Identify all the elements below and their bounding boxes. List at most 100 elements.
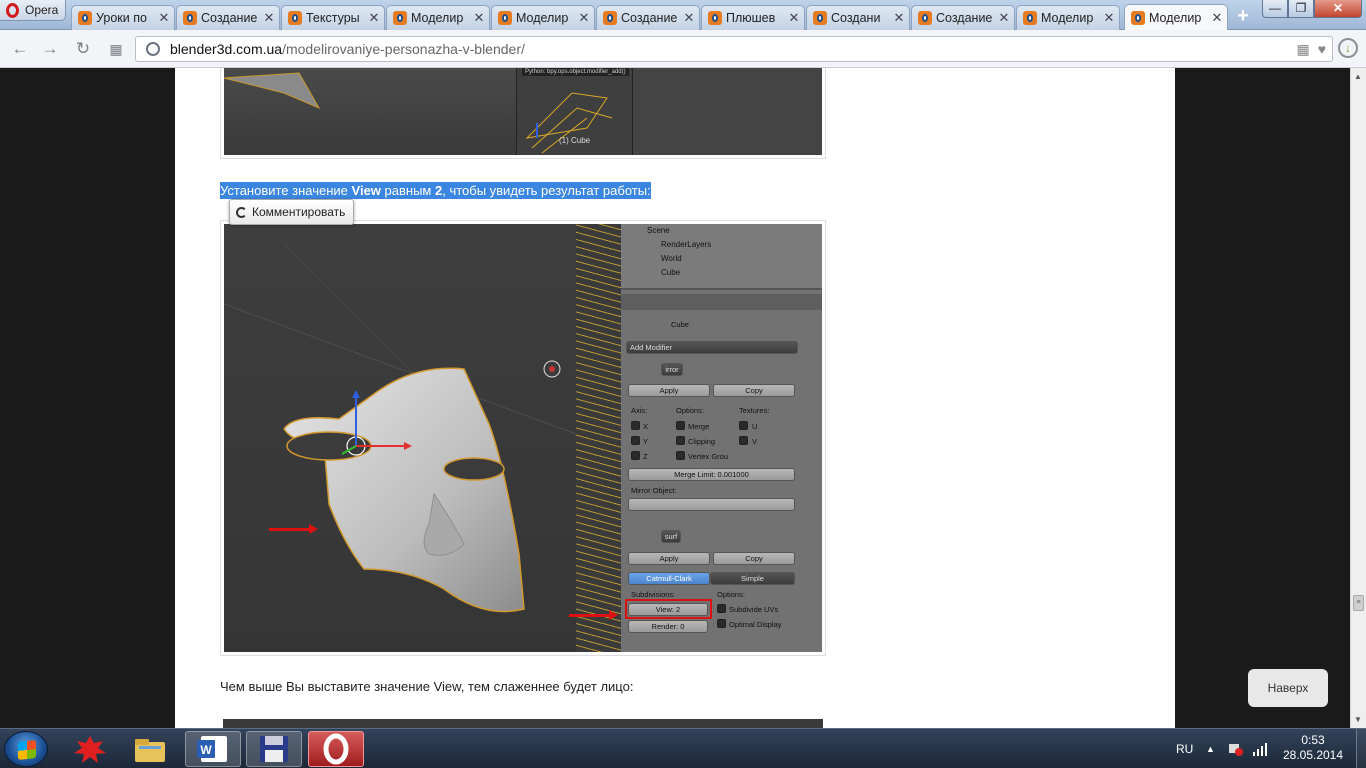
blender3d-favicon-icon <box>1023 11 1037 25</box>
svg-text:W: W <box>200 743 212 757</box>
browser-tab[interactable]: Моделир ✕ <box>1016 5 1120 30</box>
tab-close-icon[interactable]: ✕ <box>1211 10 1223 26</box>
taskbar-opera-icon[interactable] <box>308 731 364 767</box>
close-window-button[interactable]: ✕ <box>1314 0 1362 18</box>
browser-tab[interactable]: Плюшев ✕ <box>701 5 805 30</box>
subsurf-copy-button[interactable]: Copy <box>713 552 795 565</box>
subsurf-apply-button[interactable]: Apply <box>628 552 710 565</box>
maximize-button[interactable]: ❐ <box>1288 0 1314 18</box>
outliner: Scene RenderLayers World Cube <box>621 224 822 290</box>
tab-close-icon[interactable]: ✕ <box>788 10 800 26</box>
add-modifier-dropdown[interactable]: Add Modifier <box>626 341 798 354</box>
tab-close-icon[interactable]: ✕ <box>578 10 590 26</box>
tab-title: Текстуры <box>306 11 360 25</box>
stash-grid-icon[interactable]: ▦ <box>1296 41 1309 58</box>
browser-tab[interactable]: Моделир ✕ <box>491 5 595 30</box>
browser-tab[interactable]: Создание ✕ <box>176 5 280 30</box>
scroll-to-top-button[interactable]: Наверх <box>1248 669 1328 707</box>
properties-tabs <box>621 294 822 310</box>
catmull-clark-button[interactable]: Catmull-Clark <box>628 572 710 585</box>
tab-title: Создание <box>621 11 678 25</box>
download-icon[interactable]: ↓ <box>1338 38 1358 58</box>
windows-logo-icon <box>18 740 36 760</box>
tab-close-icon[interactable]: ✕ <box>998 10 1010 26</box>
speed-dial-grid-icon[interactable]: ▦ <box>106 41 126 58</box>
language-indicator[interactable]: RU <box>1176 729 1193 768</box>
site-info-icon[interactable] <box>146 42 160 56</box>
page-viewport: Python: bpy.ops.object.modifier_add() (1… <box>0 68 1350 728</box>
new-tab-button[interactable]: + <box>1234 6 1252 26</box>
browser-tab[interactable]: Уроки по ✕ <box>71 5 175 30</box>
show-desktop-button[interactable] <box>1356 729 1366 768</box>
tab-close-icon[interactable]: ✕ <box>893 10 905 26</box>
mirror-apply-button[interactable]: Apply <box>628 384 710 397</box>
opera-menu-label: Opera <box>25 3 59 17</box>
taskbar-word-icon[interactable]: W <box>185 731 241 767</box>
selected-instruction-text: Установите значение View равным 2, чтобы… <box>220 182 651 199</box>
tab-title: Создани <box>831 11 881 25</box>
tray-expand-icon[interactable]: ▲ <box>1206 729 1215 768</box>
screen: Opera Уроки по ✕ Создание ✕ Текстуры ✕ Моделир… <box>0 0 1366 768</box>
simple-button[interactable]: Simple <box>710 572 795 585</box>
red-arrow-annotation-view <box>569 610 618 620</box>
blender3d-favicon-icon <box>1131 10 1145 25</box>
browser-tab[interactable]: Создани ✕ <box>806 5 910 30</box>
start-button[interactable] <box>4 731 48 767</box>
mirror-object-field[interactable] <box>628 498 795 511</box>
comment-icon <box>236 206 247 218</box>
tab-close-icon[interactable]: ✕ <box>473 10 485 26</box>
mirror-copy-button[interactable]: Copy <box>713 384 795 397</box>
system-clock[interactable]: 0:53 28.05.2014 <box>1276 733 1350 763</box>
scroll-down-arrow-icon[interactable]: ▼ <box>1354 715 1362 724</box>
forward-arrow-icon[interactable]: → <box>40 39 60 59</box>
browser-tab[interactable]: Текстуры ✕ <box>281 5 385 30</box>
windows-taskbar: W RU ▲ 0:53 28.05.2014 <box>0 728 1366 768</box>
opera-menu-button[interactable]: Opera <box>0 0 66 21</box>
comment-popup-button[interactable]: Комментировать <box>229 199 355 225</box>
merge-limit-field[interactable]: Merge Limit: 0.001000 <box>628 468 795 481</box>
tab-title: Моделир <box>516 11 569 25</box>
reload-icon[interactable]: ↻ <box>73 39 93 59</box>
tab-title: Моделир <box>411 11 464 25</box>
browser-tab[interactable]: Моделир ✕ <box>1124 4 1228 30</box>
article-column: Python: bpy.ops.object.modifier_add() (1… <box>175 68 1175 728</box>
browser-tab[interactable]: Моделир ✕ <box>386 5 490 30</box>
tab-close-icon[interactable]: ✕ <box>1103 10 1115 26</box>
network-warning-icon[interactable] <box>1228 729 1244 768</box>
address-path: /modelirovaniye-personazha-v-blender/ <box>282 41 525 57</box>
minimize-button[interactable]: — <box>1262 0 1288 18</box>
blender3d-favicon-icon <box>78 11 92 25</box>
taskbar-save-app-icon[interactable] <box>246 731 302 767</box>
page-scrollbar[interactable]: ▲ ≡ ▼ <box>1350 68 1366 728</box>
taskbar-explorer-icon[interactable] <box>122 731 178 767</box>
wireframe-viewport <box>576 224 621 652</box>
browser-tab[interactable]: Создание ✕ <box>596 5 700 30</box>
scrollbar-thumb[interactable]: ≡ <box>1353 595 1364 611</box>
blender3d-favicon-icon <box>708 11 722 25</box>
tab-close-icon[interactable]: ✕ <box>683 10 695 26</box>
tab-close-icon[interactable]: ✕ <box>158 10 170 26</box>
browser-tab[interactable]: Создание ✕ <box>911 5 1015 30</box>
back-arrow-icon[interactable]: ← <box>10 39 30 59</box>
address-field[interactable]: blender3d.com.ua/modelirovaniye-personaz… <box>135 36 1333 62</box>
article-image-3 <box>220 716 826 728</box>
taskbar-red-splat-app[interactable] <box>62 731 118 767</box>
tab-close-icon[interactable]: ✕ <box>263 10 275 26</box>
address-host: blender3d.com.ua <box>170 41 283 57</box>
render-subdivisions-field[interactable]: Render: 0 <box>628 620 708 633</box>
tab-title: Плюшев <box>726 11 776 25</box>
scroll-up-arrow-icon[interactable]: ▲ <box>1354 72 1362 81</box>
properties-panel: Scene RenderLayers World Cube Cube Add M… <box>621 224 822 652</box>
tab-close-icon[interactable]: ✕ <box>368 10 380 26</box>
blender3d-favicon-icon <box>288 11 302 25</box>
blender3d-favicon-icon <box>498 11 512 25</box>
bookmark-heart-icon[interactable]: ♥ <box>1318 41 1326 58</box>
blender3d-favicon-icon <box>183 11 197 25</box>
signal-strength-icon[interactable] <box>1252 729 1268 768</box>
blender3d-favicon-icon <box>603 11 617 25</box>
browser-tab-bar: Opera Уроки по ✕ Создание ✕ Текстуры ✕ Моделир… <box>0 0 1366 30</box>
blender3d-favicon-icon <box>393 11 407 25</box>
blender3d-favicon-icon <box>813 11 827 25</box>
viewport-object-label: (1) Cube <box>559 136 591 145</box>
3d-viewport <box>224 224 576 652</box>
